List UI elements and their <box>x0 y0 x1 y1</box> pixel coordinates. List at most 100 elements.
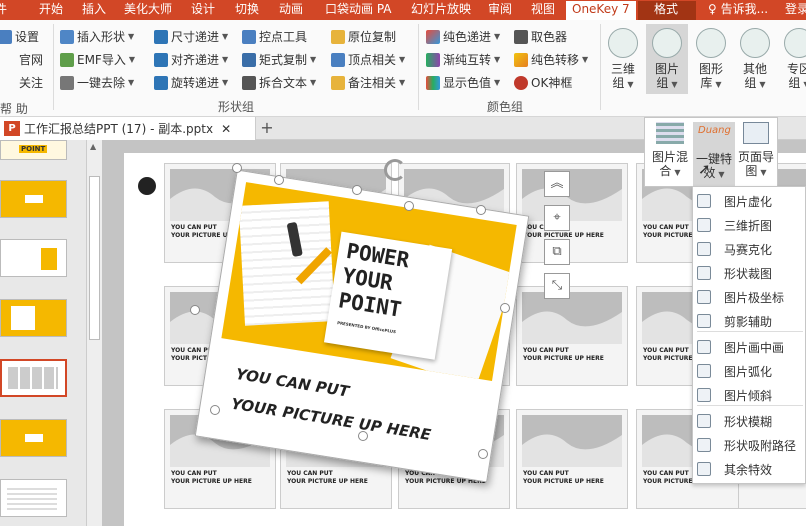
tab-design[interactable]: 设计 <box>191 1 215 20</box>
slide-thumbnail[interactable] <box>0 479 67 517</box>
tab-view[interactable]: 视图 <box>531 1 555 20</box>
scroll-up-icon[interactable]: ▲ <box>90 142 96 151</box>
tab-slideshow[interactable]: 幻灯片放映 <box>411 1 471 20</box>
3d-group-label-1: 三维 <box>610 62 635 76</box>
follow-button[interactable]: 关注 <box>19 74 43 92</box>
copy-layers-icon[interactable]: ⧉ <box>544 239 570 265</box>
image-placeholder-icon <box>522 292 622 344</box>
selection-handle[interactable] <box>274 175 284 185</box>
solid-color-progression-button[interactable]: 纯色递进 ▼ <box>426 28 500 46</box>
chevron-down-icon: ▼ <box>399 55 406 64</box>
menu-item[interactable]: 三维折图 <box>693 213 806 237</box>
tell-me-search[interactable]: ♀ 告诉我... <box>708 1 768 20</box>
tab-format[interactable]: 格式 <box>638 1 696 20</box>
tab-file-edge[interactable]: 件 <box>0 1 7 20</box>
one-click-remove-button[interactable]: 一键去除 ▼ <box>60 74 134 92</box>
target-frame-icon[interactable]: ⌖ <box>544 205 570 231</box>
rotate-icon <box>154 76 168 90</box>
in-place-copy-button[interactable]: 原位复制 <box>331 28 396 46</box>
menu-item[interactable]: 其余特效 <box>693 457 806 481</box>
website-button[interactable]: 官网 <box>19 51 43 69</box>
tab-beautify[interactable]: 美化大师 <box>124 1 172 20</box>
selection-handle[interactable] <box>232 163 242 173</box>
special-zone-button[interactable]: 专区组▼ <box>780 28 806 92</box>
rotate-progression-button[interactable]: 旋转递进 ▼ <box>154 74 228 92</box>
picture-group-button[interactable]: 图片组 ▼ <box>646 24 688 94</box>
vertex-related-button[interactable]: 顶点相关 ▼ <box>331 51 405 69</box>
insert-shape-button[interactable]: 插入形状 ▼ <box>60 28 134 46</box>
slide-thumbnail-selected[interactable] <box>0 359 67 397</box>
chevron-down-icon: ▼ <box>128 32 135 41</box>
insert-shape-icon <box>60 30 74 44</box>
tab-transitions[interactable]: 切换 <box>235 1 259 20</box>
black-dot-shape[interactable] <box>138 177 156 195</box>
tab-review[interactable]: 审阅 <box>488 1 512 20</box>
scrollbar-thumb[interactable] <box>89 176 100 340</box>
split-text-icon <box>242 76 256 90</box>
document-tab[interactable]: P 工作汇报总结PPT (17) - 副本.pptx ✕ <box>0 117 256 140</box>
rgb-icon <box>426 76 440 90</box>
picture-card[interactable]: YOU CAN PUTYOUR PICTURE UP HERE <box>516 163 628 263</box>
slide-thumbnail[interactable] <box>0 180 67 218</box>
crop-icon[interactable]: ⤡ <box>544 273 570 299</box>
graphic-library-button[interactable]: 图形库 ▼ <box>692 28 730 92</box>
tab-home[interactable]: 开始 <box>39 1 63 20</box>
tab-pocket-animation[interactable]: 口袋动画 PA <box>325 1 392 20</box>
3d-group-button[interactable]: 三维组 ▼ <box>604 28 642 92</box>
align-progression-button[interactable]: 对齐递进 ▼ <box>154 51 228 69</box>
slide-thumbnail[interactable] <box>0 299 67 337</box>
split-text-button[interactable]: 拆合文本 ▼ <box>242 74 316 92</box>
picture-card-text-line-2: YOUR PICTURE UP HERE <box>171 478 252 485</box>
tab-insert[interactable]: 插入 <box>82 1 106 20</box>
other-group-label-2: 组 ▼ <box>736 76 774 92</box>
signin-link[interactable]: 登录 <box>785 1 806 20</box>
selection-handle[interactable] <box>478 449 488 459</box>
tab-onekey[interactable]: OneKey 7 <box>566 1 636 20</box>
rotate-handle-icon[interactable] <box>384 159 406 181</box>
menu-item[interactable]: 马赛克化 <box>693 237 806 261</box>
solid-color-transfer-button[interactable]: 纯色转移 ▼ <box>514 51 588 69</box>
selection-handle[interactable] <box>358 431 368 441</box>
other-group-button[interactable]: 其他组 ▼ <box>736 28 774 92</box>
slide-thumbnail[interactable] <box>0 239 67 277</box>
selection-handle[interactable] <box>210 405 220 415</box>
selection-handle[interactable] <box>404 201 414 211</box>
menu-item[interactable]: 图片弧化 <box>693 359 806 383</box>
menu-item[interactable]: 剪影辅助 <box>693 309 806 333</box>
tab-animations[interactable]: 动画 <box>279 1 303 20</box>
selection-handle[interactable] <box>352 185 362 195</box>
chevron-down-icon: ▼ <box>222 32 229 41</box>
new-tab-icon[interactable]: + <box>258 117 276 140</box>
picture-card-text-line-1: YOU CAN PUT <box>523 224 569 231</box>
menu-item[interactable]: 图片极坐标 <box>693 285 806 309</box>
picture-blend-button[interactable]: 图片混合 ▼ <box>649 122 691 180</box>
expand-up-icon[interactable]: ︽ <box>544 171 570 197</box>
slide-thumbnail[interactable] <box>0 419 67 457</box>
picture-card[interactable]: YOU CAN PUTYOUR PICTURE UP HERE <box>516 286 628 386</box>
page-guide-button[interactable]: 页面导图 ▼ <box>735 122 777 180</box>
ok-frame-button[interactable]: OK神框 <box>514 74 572 92</box>
show-color-value-button[interactable]: 显示色值 ▼ <box>426 74 500 92</box>
color-picker-button[interactable]: 取色器 <box>514 28 567 46</box>
close-icon[interactable]: ✕ <box>221 122 231 136</box>
selection-handle[interactable] <box>190 305 200 315</box>
menu-item[interactable]: 图片倾斜 <box>693 383 806 407</box>
thumbnail-scrollbar[interactable]: ▲ <box>86 140 102 526</box>
selection-handle[interactable] <box>476 205 486 215</box>
handle-tool-button[interactable]: 控点工具 <box>242 28 307 46</box>
size-progression-button[interactable]: 尺寸递进 ▼ <box>154 28 228 46</box>
menu-item[interactable]: 图片虚化 <box>693 189 806 213</box>
notes-related-button[interactable]: 备注相关 ▼ <box>331 74 405 92</box>
menu-item[interactable]: 形状吸附路径 <box>693 433 806 457</box>
matrix-copy-button[interactable]: 矩式复制 ▼ <box>242 51 316 69</box>
menu-item[interactable]: 形状裁图 <box>693 261 806 285</box>
menu-item[interactable]: 形状模糊 <box>693 409 806 433</box>
gradient-solid-convert-button[interactable]: 渐纯互转 ▼ <box>426 51 500 69</box>
settings-button[interactable]: 设置 <box>0 28 39 46</box>
emf-import-button[interactable]: EMF导入 ▼ <box>60 51 135 69</box>
graphic-library-label-2-text: 库 <box>700 76 713 90</box>
picture-card[interactable]: YOU CAN PUTYOUR PICTURE UP HERE <box>516 409 628 509</box>
selection-handle[interactable] <box>500 303 510 313</box>
menu-item[interactable]: 图片画中画 <box>693 335 806 359</box>
slide-thumbnail[interactable]: POINT <box>0 140 67 160</box>
